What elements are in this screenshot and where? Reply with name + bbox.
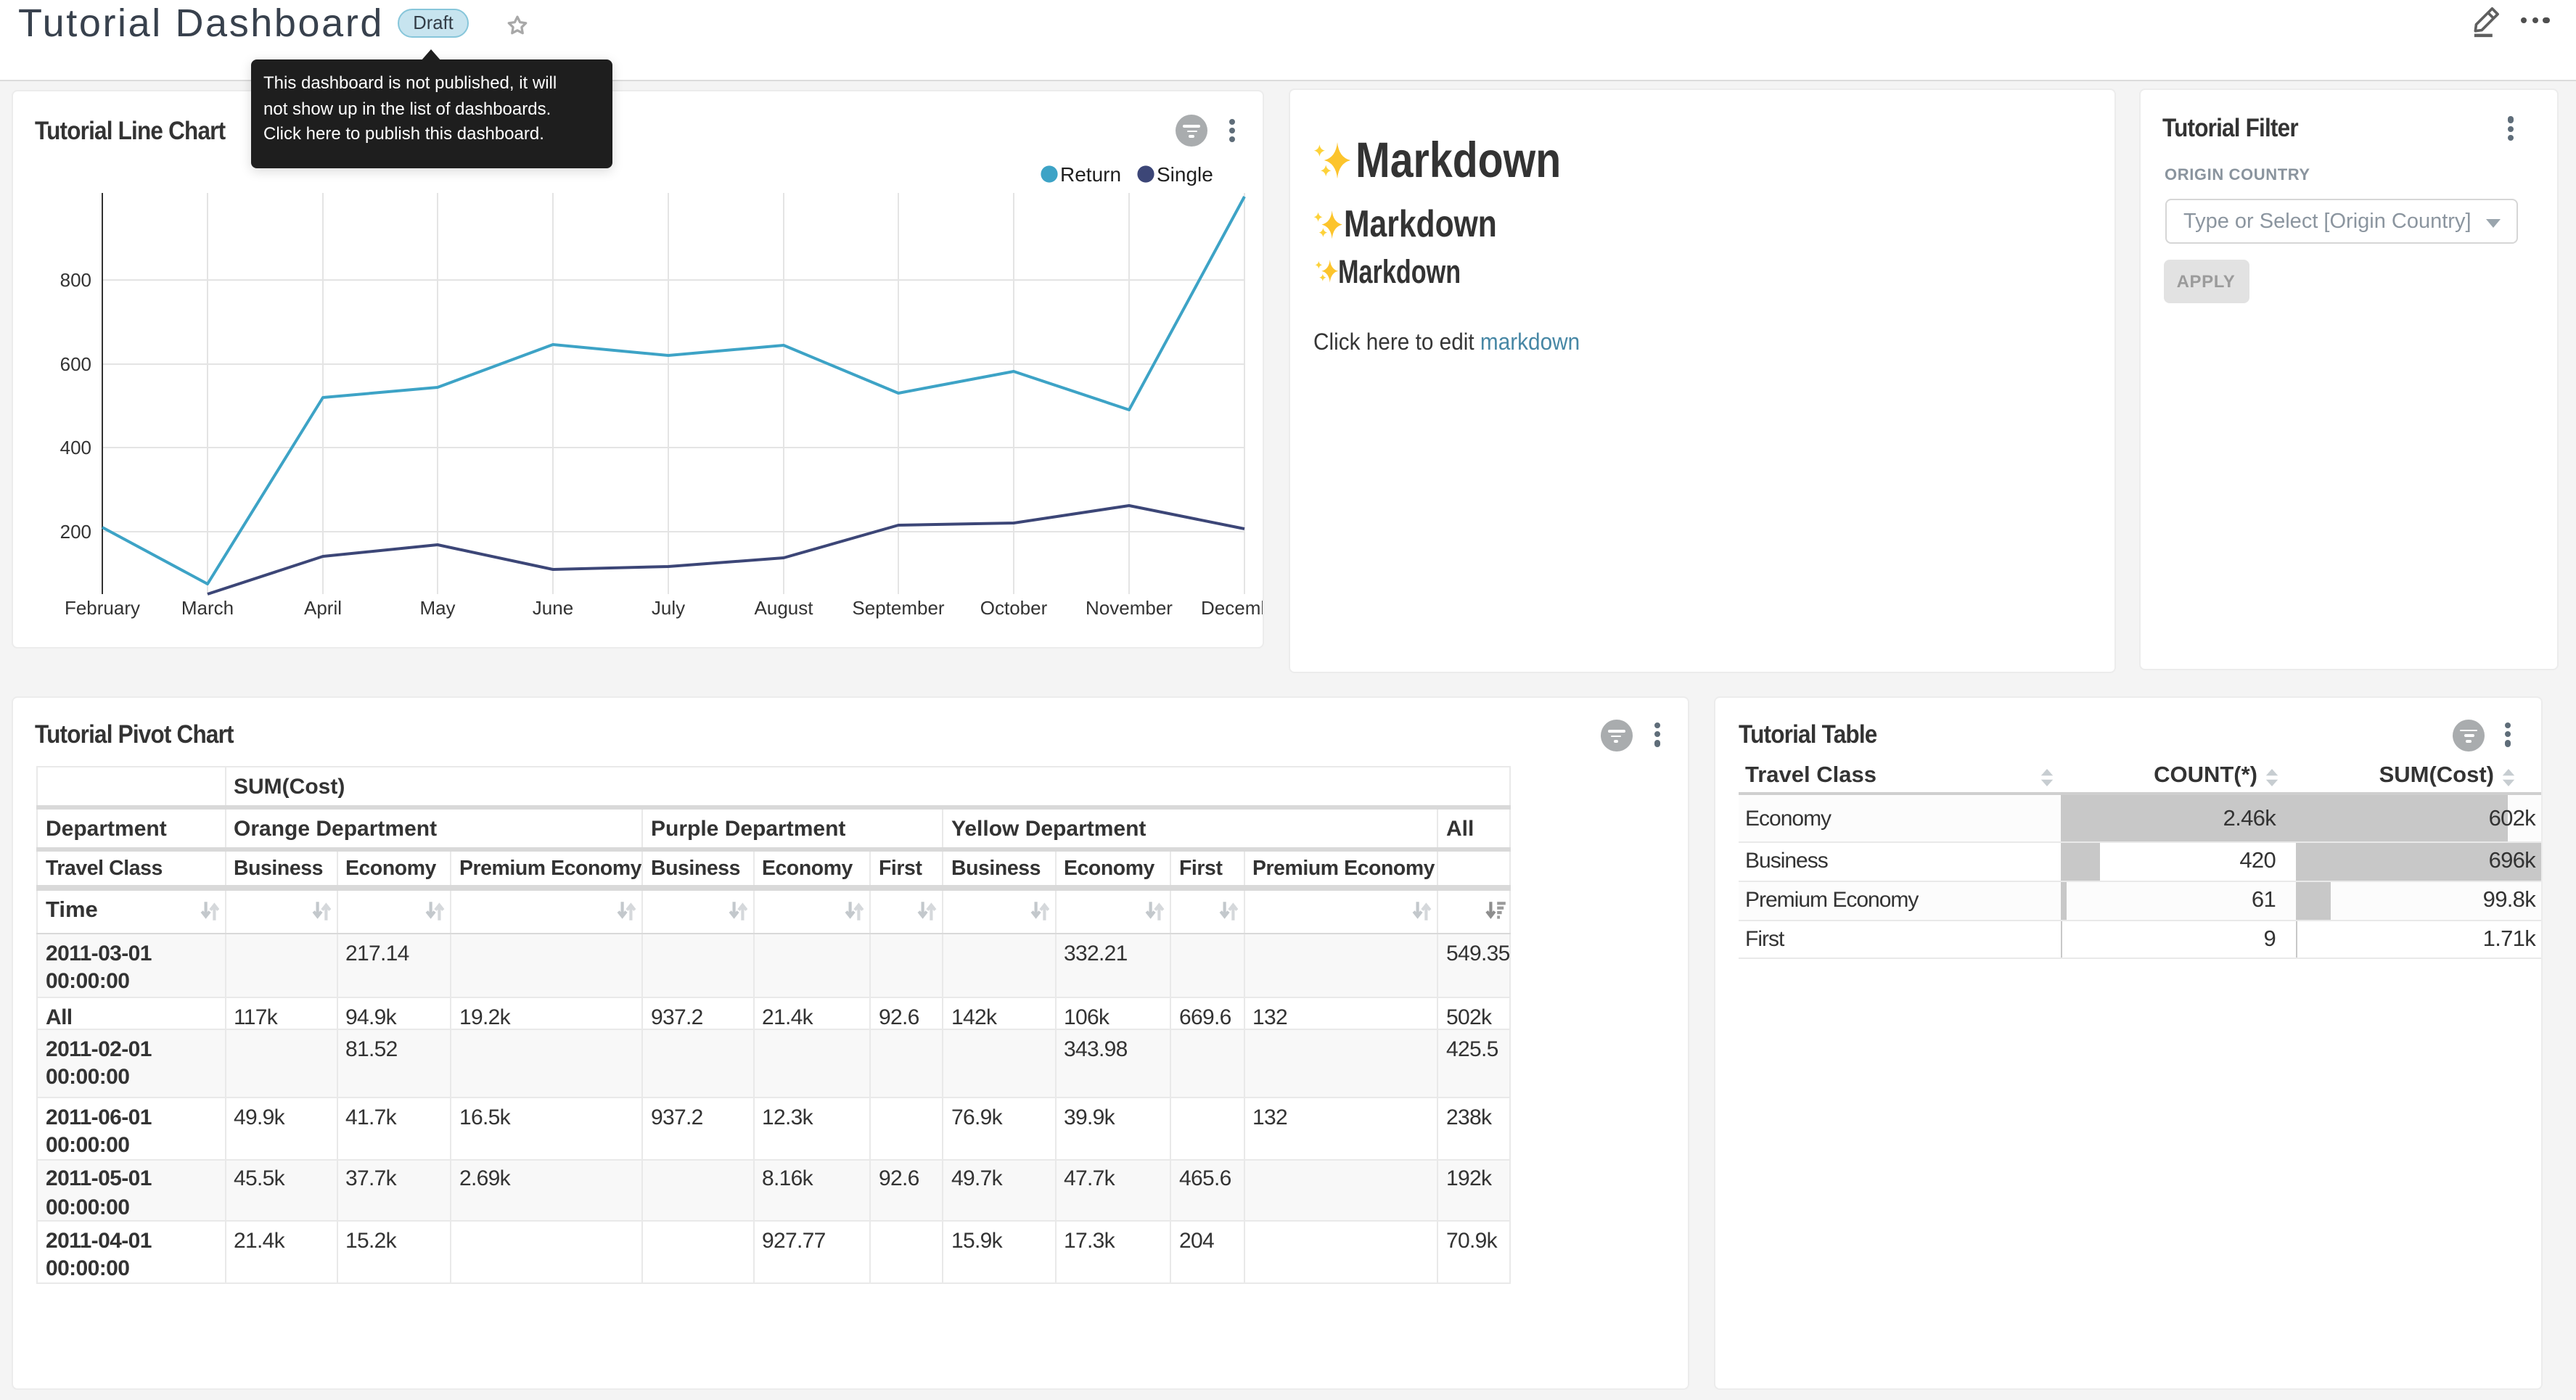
svg-text:200: 200 bbox=[60, 521, 91, 543]
svg-text:July: July bbox=[651, 597, 684, 619]
svg-text:October: October bbox=[980, 597, 1047, 619]
svg-text:Return: Return bbox=[1059, 163, 1120, 186]
svg-text:September: September bbox=[851, 597, 944, 619]
svg-text:400: 400 bbox=[60, 437, 91, 458]
svg-text:March: March bbox=[181, 597, 233, 619]
svg-text:800: 800 bbox=[60, 269, 91, 291]
svg-text:November: November bbox=[1085, 597, 1172, 619]
svg-text:August: August bbox=[754, 597, 813, 619]
svg-text:February: February bbox=[64, 597, 139, 619]
svg-text:April: April bbox=[303, 597, 341, 619]
svg-text:Single: Single bbox=[1156, 163, 1213, 186]
svg-text:May: May bbox=[419, 597, 454, 619]
svg-text:600: 600 bbox=[60, 353, 91, 375]
svg-text:December: December bbox=[1200, 597, 1264, 619]
svg-text:June: June bbox=[532, 597, 573, 619]
